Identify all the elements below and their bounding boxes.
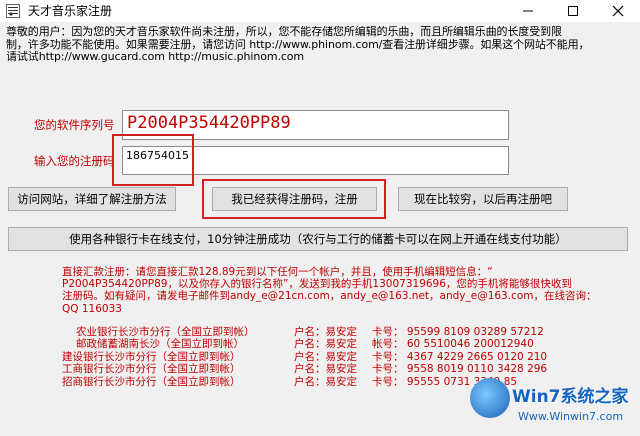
regcode-input[interactable]: 186754015 xyxy=(122,146,509,175)
bank-name: 农业银行长沙市分行（全国立即到帐） xyxy=(76,326,255,338)
intro-line: 尊敬的用户：因为您的天才音乐家软件尚未注册，所以，您不能存储您所编辑的乐曲，而且… xyxy=(6,26,562,38)
maximize-icon xyxy=(568,6,578,16)
regcode-value: 186754015 xyxy=(126,149,189,162)
bank-card: 卡号： 4367 4229 2665 0120 210 xyxy=(372,350,548,363)
watermark: Win7系统之家 Www.Winwin7.com xyxy=(464,372,640,436)
serial-label: 您的软件序列号 xyxy=(34,118,115,132)
bank-card: 卡号： 95599 8109 03289 57212 xyxy=(372,326,544,338)
bank-holder: 户名：易安定 xyxy=(294,363,357,376)
remit-line: 直接汇款注册：请您直接汇款128.89元到以下任何一个帐户，并且，使用手机编辑短… xyxy=(62,266,493,278)
bank-name: 建设银行长沙市分行（全国立即到帐） xyxy=(62,350,241,363)
close-button[interactable] xyxy=(598,0,638,22)
remit-info: 直接汇款注册：请您直接汇款128.89元到以下任何一个帐户，并且，使用手机编辑短… xyxy=(62,266,622,315)
register-window: 天才音乐家注册 尊敬的用户：因为您的天才音乐家软件尚未注册，所以，您不能存储您所… xyxy=(0,0,640,436)
remit-line: P2004P354420PP89，以及你存入的银行名称”，发送到我的手机1300… xyxy=(62,278,572,291)
intro-line: 制，许多功能不能使用。如果需要注册，请您访问 http://www.phinom… xyxy=(6,38,590,51)
remit-line: QQ 116033 xyxy=(62,302,122,315)
bank-card: 帐号： 60 5510046 200012940 xyxy=(372,338,534,351)
watermark-brand: Win7系统之家 xyxy=(512,387,629,407)
regcode-label: 输入您的注册码 xyxy=(34,154,115,168)
serial-value: P2004P354420PP89 xyxy=(127,113,291,133)
app-icon xyxy=(6,4,20,18)
bank-name: 邮政储蓄湖南长沙（全国立即到帐） xyxy=(76,338,244,351)
bank-holder: 户名：易安定 xyxy=(294,326,357,338)
title-bar: 天才音乐家注册 xyxy=(0,0,640,22)
bank-name: 工商银行长沙市分行（全国立即到帐） xyxy=(62,363,241,376)
bank-holder: 户名：易安定 xyxy=(294,338,357,351)
register-later-button[interactable]: 现在比较穷，以后再注册吧 xyxy=(398,187,568,211)
register-button[interactable]: 我已经获得注册码，注册 xyxy=(212,187,377,211)
win7-logo-icon xyxy=(470,378,510,418)
remit-line: 注册码。如有疑问，请发电子邮件到andy_e@21cn.com，andy_e@1… xyxy=(62,290,597,303)
bank-holder: 户名：易安定 xyxy=(294,375,357,388)
bank-name: 招商银行长沙市分行（全国立即到帐） xyxy=(62,375,241,388)
serial-field[interactable]: P2004P354420PP89 xyxy=(122,110,509,140)
minimize-button[interactable] xyxy=(508,0,548,22)
watermark-url: Www.Winwin7.com xyxy=(518,410,624,423)
maximize-button[interactable] xyxy=(553,0,593,22)
minimize-icon xyxy=(523,10,533,12)
visit-website-button[interactable]: 访问网站，详细了解注册方法 xyxy=(8,187,176,211)
intro-text: 尊敬的用户：因为您的天才音乐家软件尚未注册，所以，您不能存储您所编辑的乐曲，而且… xyxy=(6,26,634,64)
close-icon xyxy=(612,5,624,17)
bank-holder: 户名：易安定 xyxy=(294,350,357,363)
window-title: 天才音乐家注册 xyxy=(28,4,113,18)
bank-pay-button[interactable]: 使用各种银行卡在线支付，10分钟注册成功（农行与工行的储蓄卡可以在网上开通在线支… xyxy=(8,227,628,251)
intro-line: 请试试http://www.gucard.com http://music.ph… xyxy=(6,51,305,63)
